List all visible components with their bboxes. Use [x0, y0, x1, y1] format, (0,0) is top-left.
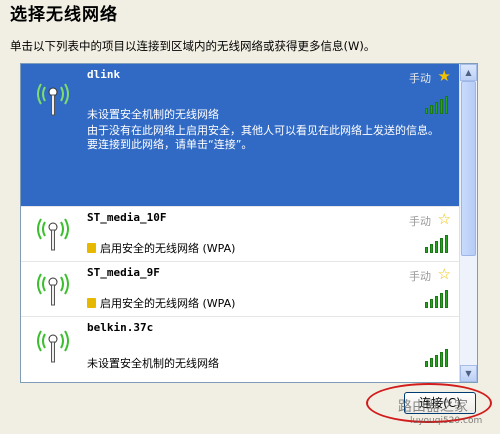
scrollbar-thumb[interactable] [461, 81, 476, 256]
page-title: 选择无线网络 [10, 5, 118, 25]
signal-strength-icon [425, 235, 451, 253]
scroll-up-icon[interactable]: ▲ [460, 64, 477, 81]
network-name: dlink [87, 68, 121, 81]
network-item-st-media-10f[interactable]: ST_media_10F 手动 ☆ 启用安全的无线网络 (WPA) [21, 207, 459, 261]
network-mode: 手动 [409, 270, 431, 283]
watermark-url: luyouqi520.com [410, 416, 483, 426]
network-item-st-media-9f[interactable]: ST_media_9F 手动 ☆ 启用安全的无线网络 (WPA) [21, 262, 459, 316]
wireless-antenna-icon [33, 264, 73, 308]
signal-strength-icon [425, 290, 451, 308]
lock-icon [87, 243, 96, 253]
watermark-text: 路由器之家 [398, 399, 468, 415]
network-security-row: 启用安全的无线网络 (WPA) [87, 240, 235, 256]
network-name: ST_media_10F [87, 211, 167, 224]
network-security: 未设置安全机制的无线网络 [87, 108, 219, 121]
network-security: 启用安全的无线网络 (WPA) [100, 297, 236, 310]
network-list[interactable]: dlink 手动 ★ 未设置安全机制的无线网络 由于没有在此网络上启用安全，其他… [20, 63, 478, 383]
network-mode: 手动 [409, 72, 431, 85]
wireless-antenna-icon [33, 209, 73, 253]
network-security: 未设置安全机制的无线网络 [87, 357, 219, 370]
instruction-text: 单击以下列表中的项目以连接到区域内的无线网络或获得更多信息(W)。 [10, 39, 376, 53]
signal-strength-icon [425, 349, 451, 367]
star-icon[interactable]: ☆ [438, 265, 451, 283]
wireless-antenna-icon [33, 74, 73, 118]
network-name: belkin.37c [87, 321, 154, 334]
scroll-down-icon[interactable]: ▼ [460, 365, 477, 382]
lock-icon [87, 298, 96, 308]
network-security-row: 启用安全的无线网络 (WPA) [87, 295, 235, 311]
network-item-belkin[interactable]: belkin.37c 未设置安全机制的无线网络 [21, 317, 459, 377]
network-item-dlink[interactable]: dlink 手动 ★ 未设置安全机制的无线网络 由于没有在此网络上启用安全，其他… [21, 64, 459, 206]
network-description: 由于没有在此网络上启用安全，其他人可以看见在此网络上发送的信息。要连接到此网络，… [87, 124, 439, 151]
list-scrollbar[interactable]: ▲ ▼ [459, 64, 477, 382]
network-name: ST_media_9F [87, 266, 160, 279]
network-security: 启用安全的无线网络 (WPA) [100, 242, 236, 255]
star-icon[interactable]: ★ [438, 67, 451, 85]
signal-strength-icon [425, 96, 451, 114]
wireless-antenna-icon [33, 321, 73, 365]
star-icon[interactable]: ☆ [438, 210, 451, 228]
network-mode: 手动 [409, 215, 431, 228]
